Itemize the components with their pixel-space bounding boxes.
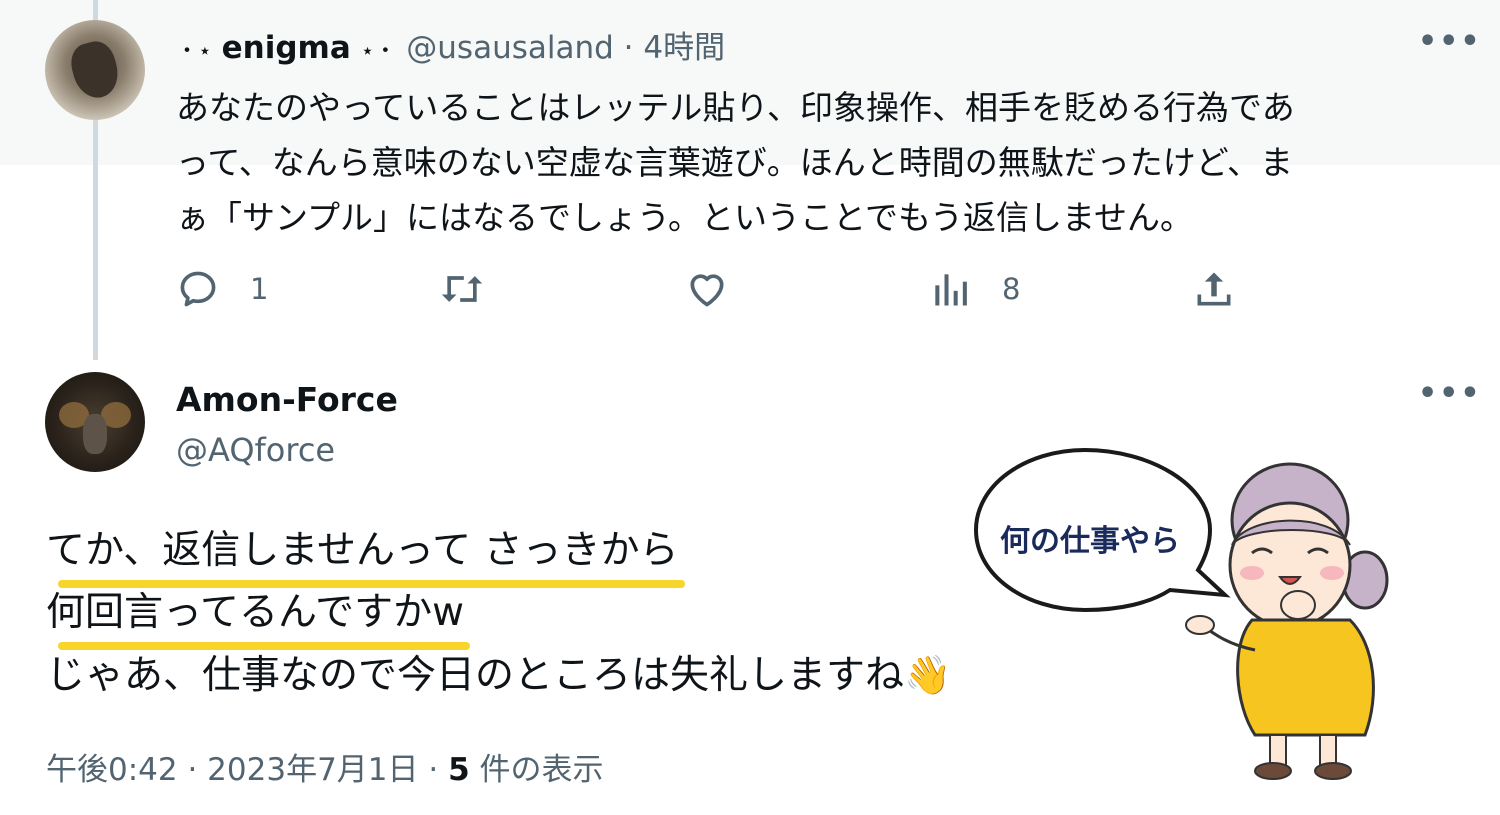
tweet2-views-number: 5 bbox=[448, 752, 470, 788]
retweet-button[interactable] bbox=[438, 262, 486, 316]
highlighted-text: てか、返信しませんって さっきから bbox=[46, 520, 684, 588]
tweet2-line-text: じゃあ、仕事なので今日のところは失礼しますね bbox=[46, 653, 905, 698]
tweet2-views-label: 件の表示 bbox=[469, 752, 604, 788]
avatar-amon-force[interactable] bbox=[45, 372, 145, 472]
share-button[interactable] bbox=[1192, 262, 1236, 316]
tweet1-line: あなたのやっていることはレッテル貼り、印象操作、相手を貶める行為であ bbox=[176, 88, 1295, 127]
name-decoration-right: ⋆・ bbox=[360, 39, 397, 64]
tweet2-handle[interactable]: @AQforce bbox=[176, 428, 335, 472]
wave-emoji: 👋 bbox=[904, 653, 952, 697]
old-woman-sticker-illustration bbox=[973, 447, 1389, 780]
tweet1-header: ・⋆ enigma ⋆・ @usausaland · 4時間 bbox=[176, 26, 725, 74]
views-icon bbox=[935, 274, 967, 306]
tweet1-display-name[interactable]: enigma bbox=[222, 30, 351, 66]
tweet2-meta: 午後0:42 · 2023年7月1日 · 5 件の表示 bbox=[46, 748, 604, 792]
tweet1-action-bar: 1 8 bbox=[176, 262, 1276, 316]
avatar-enigma[interactable] bbox=[45, 20, 145, 120]
tweet2-timestamp[interactable]: 午後0:42 · 2023年7月1日 · bbox=[46, 752, 448, 788]
like-icon bbox=[690, 274, 724, 307]
views-count: 8 bbox=[1002, 272, 1021, 306]
like-button[interactable] bbox=[684, 262, 730, 316]
sticker-speech-bubble-text: 何の仕事やら bbox=[1000, 524, 1180, 559]
reply-button[interactable]: 1 bbox=[176, 262, 268, 316]
tweet2-line-2: 何回言ってるんですかw bbox=[46, 582, 951, 650]
tweet1-handle-time[interactable]: @usausaland · 4時間 bbox=[406, 30, 725, 66]
more-icon[interactable]: ••• bbox=[1418, 376, 1482, 411]
reply-count: 1 bbox=[250, 272, 269, 306]
tweet2-text: てか、返信しませんって さっきから 何回言ってるんですかw じゃあ、仕事なので今… bbox=[46, 520, 951, 707]
tweet1-text: あなたのやっていることはレッテル貼り、印象操作、相手を貶める行為であ って、なん… bbox=[176, 80, 1466, 245]
tweet1-line: ぁ「サンプル」にはなるでしょう。ということでもう返信しません。 bbox=[176, 198, 1194, 237]
highlighted-text: 何回言ってるんですかw bbox=[46, 582, 470, 650]
more-icon[interactable]: ••• bbox=[1418, 24, 1482, 59]
retweet-icon bbox=[441, 276, 483, 302]
views-button[interactable]: 8 bbox=[928, 262, 1020, 316]
tweet2-display-name[interactable]: Amon-Force bbox=[176, 378, 398, 422]
tweet2-line-1: てか、返信しませんって さっきから bbox=[46, 520, 951, 588]
tweet2-line-3: じゃあ、仕事なので今日のところは失礼しますね👋 bbox=[46, 644, 951, 707]
name-decoration-left: ・⋆ bbox=[176, 39, 212, 64]
reply-icon bbox=[180, 271, 216, 307]
tweet1-line: って、なんら意味のない空虚な言葉遊び。ほんと時間の無駄だったけど、ま bbox=[176, 143, 1294, 182]
share-icon bbox=[1197, 272, 1231, 306]
